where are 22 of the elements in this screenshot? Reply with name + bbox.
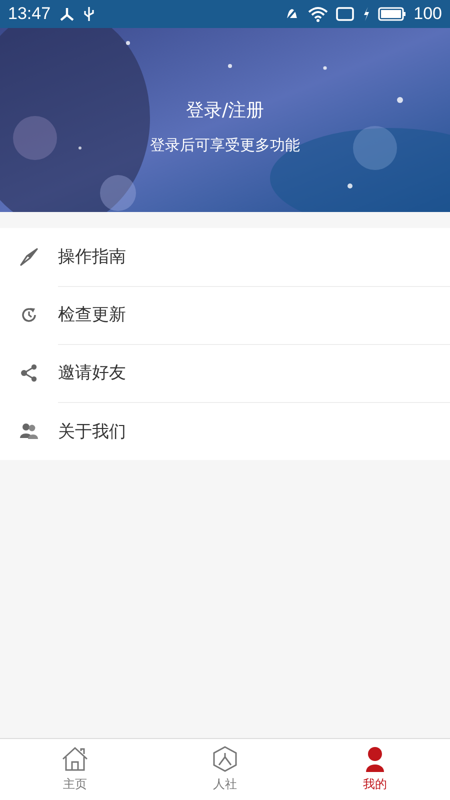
menu-item[interactable]: 操作指南 bbox=[58, 245, 126, 268]
menu-item[interactable]: 邀请好友 bbox=[58, 361, 126, 384]
battery-icon bbox=[378, 6, 406, 22]
nav-tab[interactable]: 主页 bbox=[0, 739, 150, 800]
people-icon bbox=[19, 421, 39, 441]
status-time: 13:47 bbox=[8, 4, 51, 24]
home-icon bbox=[60, 746, 90, 772]
refresh-clock-icon bbox=[19, 305, 39, 325]
menu-item[interactable]: 检查更新 bbox=[58, 303, 126, 326]
login-hint: 登录后可享受更多功能 bbox=[150, 136, 300, 154]
sim-icon bbox=[336, 6, 354, 22]
usb-icon bbox=[82, 6, 95, 22]
nav-tab[interactable]: 我的 bbox=[300, 739, 450, 800]
charging-icon bbox=[362, 6, 370, 22]
compass-needle-icon bbox=[19, 247, 39, 267]
login-register-link[interactable]: 登录/注册 bbox=[186, 98, 264, 122]
nav-tab[interactable]: 人社 bbox=[150, 739, 300, 800]
network-icon bbox=[58, 6, 75, 22]
share-icon bbox=[19, 363, 39, 383]
menu-item[interactable]: 关于我们 bbox=[58, 420, 126, 442]
battery-level: 100 bbox=[414, 4, 442, 24]
wifi-icon bbox=[308, 6, 328, 22]
